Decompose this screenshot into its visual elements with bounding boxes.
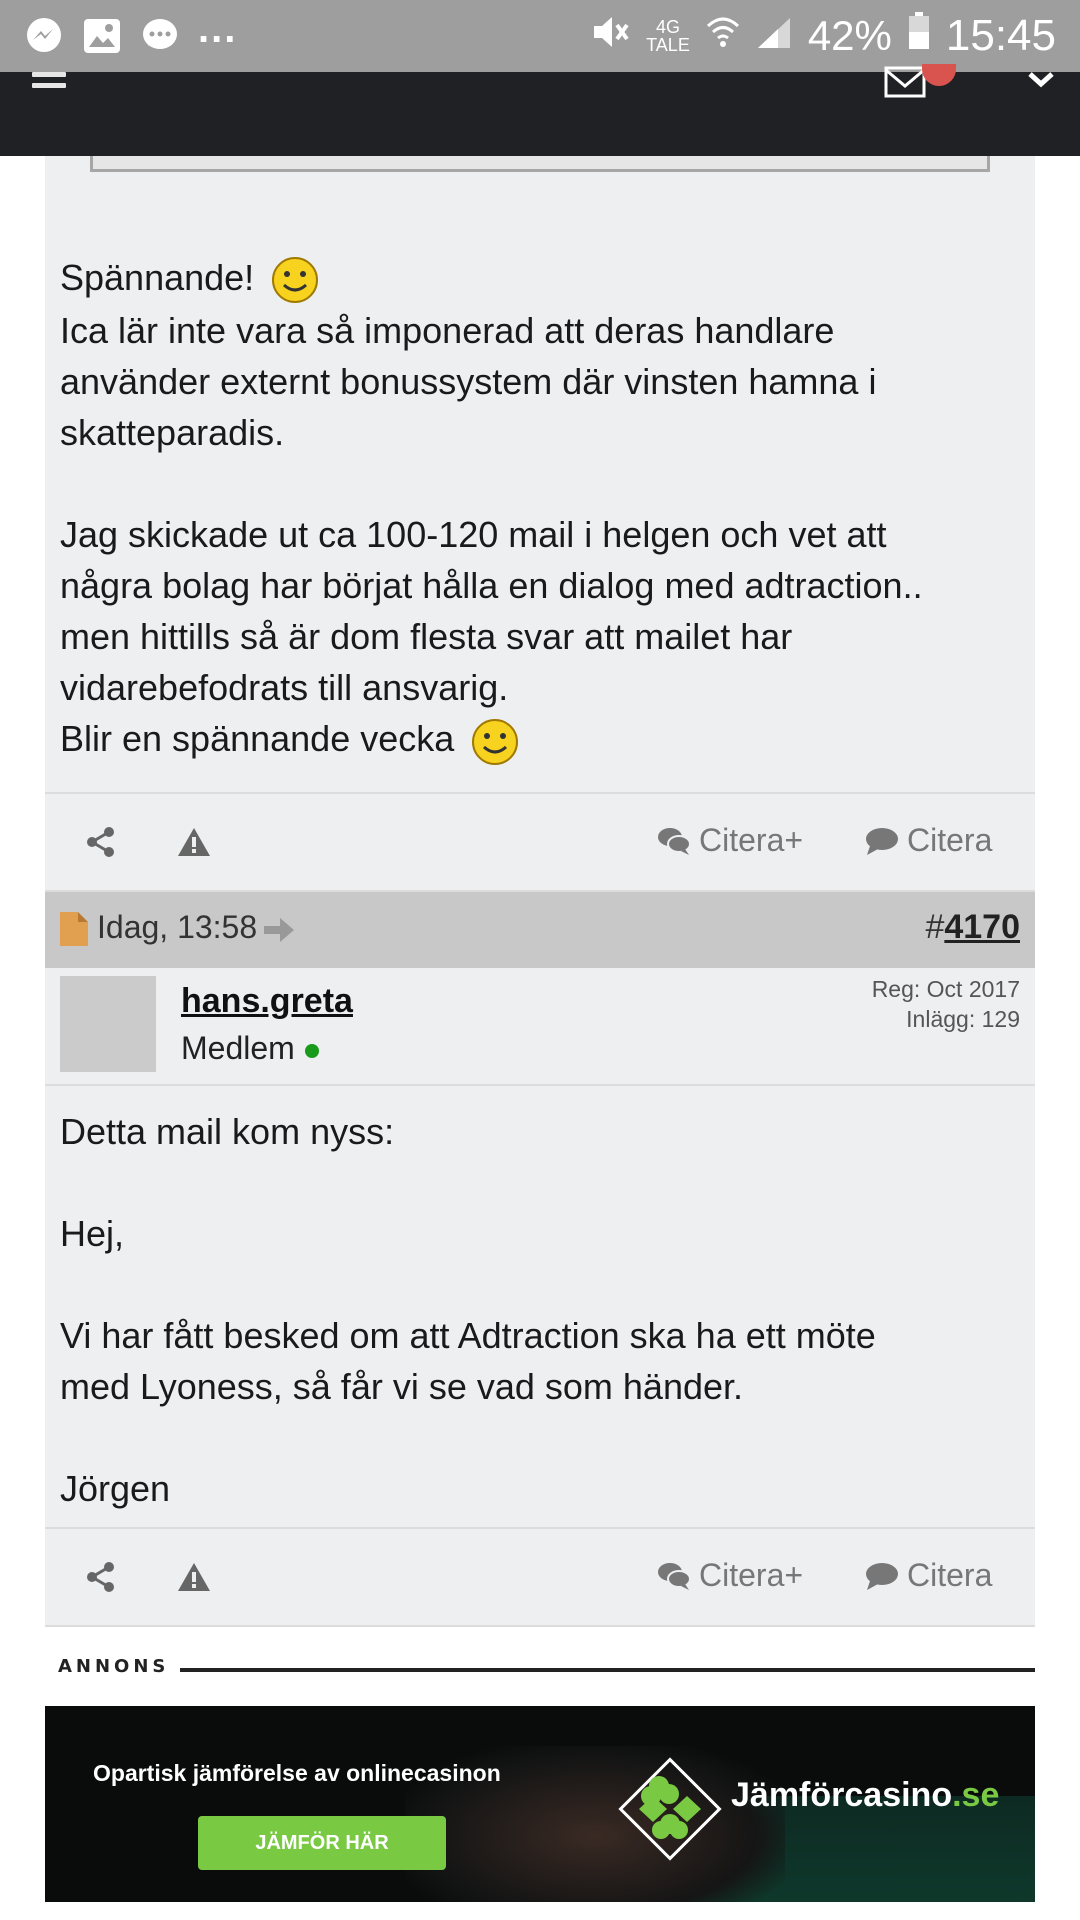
network-indicator: 4G TALE (646, 18, 690, 54)
ad-cta-button[interactable]: JÄMFÖR HÄR (198, 1816, 446, 1870)
battery-percent: 42% (807, 12, 892, 59)
post-count: Inlägg: 129 (906, 1006, 1020, 1032)
quote-button[interactable]: Citera (865, 822, 992, 859)
chevron-down-icon[interactable] (1028, 72, 1054, 88)
online-indicator (304, 1043, 319, 1058)
post-line: med Lyoness, så får vi se vad som händer… (60, 1366, 744, 1407)
share-icon[interactable] (85, 1561, 117, 1593)
ad-divider (180, 1668, 1035, 1672)
post-date: Idag, 13:58 (97, 909, 258, 945)
menu-icon[interactable] (32, 72, 66, 96)
gallery-icon (82, 16, 122, 56)
comments-icon (658, 1562, 691, 1590)
smiley-icon (472, 718, 519, 765)
smiley-icon (272, 257, 319, 304)
registration-date: Reg: Oct 2017 (871, 976, 1020, 1002)
quote-plus-button[interactable]: Citera+ (657, 822, 803, 859)
comment-icon (866, 1562, 898, 1590)
arrow-right-icon[interactable] (262, 916, 296, 944)
report-icon[interactable] (177, 1561, 211, 1593)
ad-label: ANNONS (58, 1656, 1035, 1686)
post-paragraph: Spännande! (60, 252, 1020, 305)
post-actions: Citera+ Citera (45, 792, 1035, 892)
avatar[interactable] (60, 976, 156, 1072)
messenger-icon (24, 16, 64, 56)
document-icon (60, 912, 88, 946)
more-notifications-icon: ... (198, 6, 238, 51)
app-bar (0, 64, 1080, 156)
report-icon[interactable] (177, 826, 211, 858)
ad-brand: Jämförcasino.se (731, 1776, 1000, 1814)
ad-banner[interactable]: Opartisk jämförelse av onlinecasinon JÄM… (45, 1706, 1035, 1902)
post-paragraph: Jag skickade ut ca 100-120 mail i helgen… (60, 514, 923, 709)
clock: 15:45 (945, 11, 1056, 60)
comment-icon (866, 827, 898, 855)
post-content: Detta mail kom nyss: Hej, Vi har fått be… (45, 1086, 1035, 1528)
user-meta: Reg: Oct 2017 Inlägg: 129 (872, 974, 1020, 1034)
clover-logo-icon (618, 1757, 722, 1861)
post-line: Jörgen (60, 1468, 171, 1509)
post-author: hans.greta Medlem Reg: Oct 2017 Inlägg: … (45, 968, 1035, 1086)
mute-icon (590, 12, 630, 60)
post-paragraph: Blir en spännande vecka (60, 713, 1020, 766)
post-paragraph: Ica lär inte vara så imponerad att deras… (60, 310, 877, 454)
status-bar: ... 4G TALE 42% 15:45 (0, 0, 1080, 72)
username-link[interactable]: hans.greta (181, 982, 353, 1021)
battery-icon (908, 12, 930, 60)
share-icon[interactable] (85, 826, 117, 858)
comments-icon (658, 827, 691, 855)
quote-plus-button[interactable]: Citera+ (657, 1557, 803, 1594)
post-line: Hej, (60, 1213, 125, 1254)
post-content: Spännande! Ica lär inte vara så imponera… (45, 156, 1035, 792)
signal-icon (756, 12, 792, 60)
chat-icon (140, 16, 180, 56)
wifi-icon (706, 12, 740, 60)
network-sub: TALE (646, 35, 690, 55)
post-actions: Citera+ Citera (45, 1527, 1035, 1627)
post-header: Idag, 13:58 #4170 (45, 892, 1035, 968)
quote-button[interactable]: Citera (865, 1557, 992, 1594)
user-role: Medlem (181, 1030, 319, 1067)
post-line: Detta mail kom nyss: (60, 1111, 395, 1152)
quote-box (90, 156, 990, 172)
ad-headline: Opartisk jämförelse av onlinecasinon (93, 1760, 501, 1786)
network-type: 4G (655, 17, 680, 37)
post-number[interactable]: #4170 (925, 908, 1020, 947)
post-line: Vi har fått besked om att Adtraction ska… (60, 1315, 876, 1356)
